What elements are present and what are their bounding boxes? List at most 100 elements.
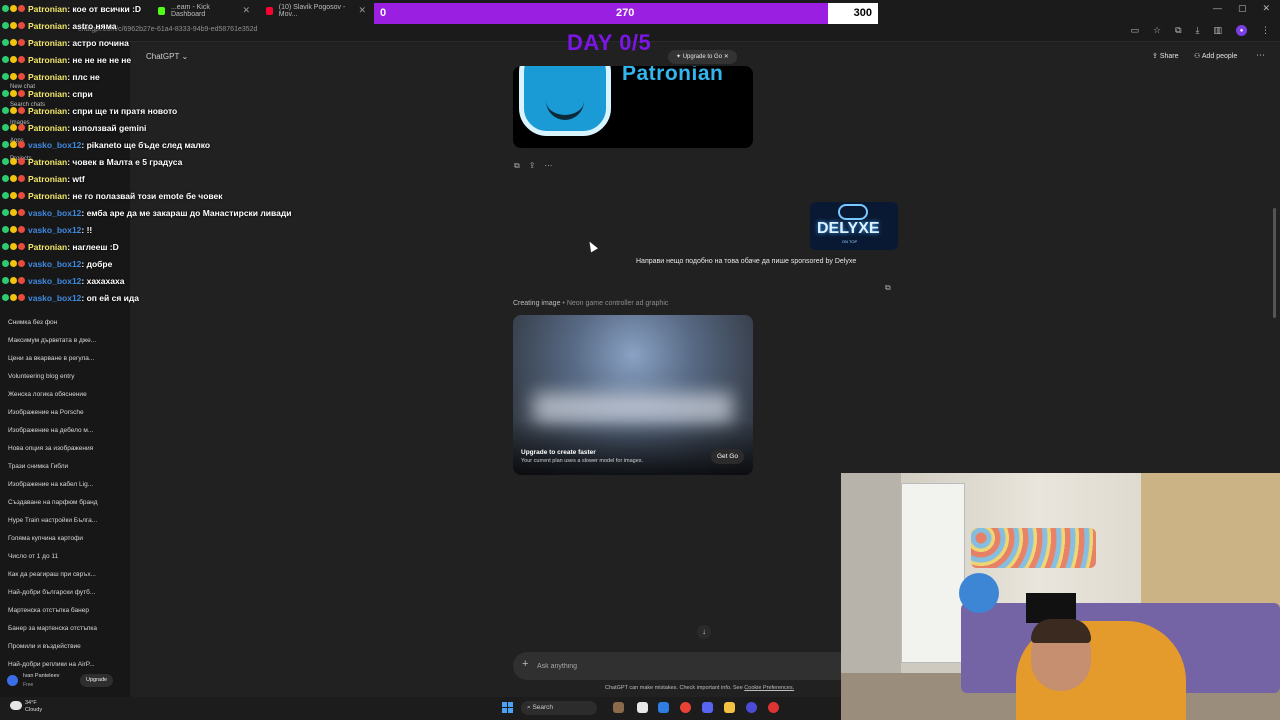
chat-username[interactable]: Patronian <box>28 89 67 99</box>
minimize-icon[interactable]: — <box>1213 3 1222 14</box>
chat-username[interactable]: Patronian <box>28 4 67 14</box>
menu-dots-icon[interactable]: ⋮ <box>1261 25 1270 36</box>
app-icon[interactable] <box>637 702 648 713</box>
chat-username[interactable]: vasko_box12 <box>28 293 81 303</box>
list-item[interactable]: Промили и въздействие <box>0 638 130 656</box>
chat-message: Patronian: не го полазвай този emote бе … <box>2 187 223 204</box>
previous-generated-image[interactable]: Patronian <box>513 66 753 148</box>
badge-icon <box>2 73 9 80</box>
close-window-icon[interactable]: ✕ <box>1262 3 1270 14</box>
extensions-icon[interactable]: ⧉ <box>1175 25 1181 36</box>
chat-message: vasko_box12: добре <box>2 255 112 272</box>
profile-avatar[interactable]: ● <box>1236 25 1247 36</box>
document-icon[interactable]: ▭ <box>1130 25 1139 36</box>
taskbar-search[interactable]: ⌕ Search <box>521 701 598 715</box>
get-go-button[interactable]: Get Go <box>711 449 744 464</box>
edge-icon[interactable] <box>658 702 669 713</box>
list-item[interactable]: Как да реагираш при свръх... <box>0 566 130 584</box>
list-item[interactable]: Число от 1 до 11 <box>0 548 130 566</box>
close-icon[interactable]: ✕ <box>358 5 366 16</box>
disclaimer: ChatGPT can make mistakes. Check importa… <box>605 685 794 691</box>
prompt-input[interactable] <box>537 659 777 673</box>
upgrade-button[interactable]: Upgrade <box>80 674 114 687</box>
cookie-preferences-link[interactable]: Cookie Preferences. <box>744 685 794 691</box>
image-shade <box>513 420 753 475</box>
app-icon[interactable] <box>613 702 624 713</box>
close-icon[interactable]: ✕ <box>724 54 729 60</box>
chat-username[interactable]: vasko_box12 <box>28 140 81 150</box>
list-item[interactable]: Голяма купчина картофи <box>0 530 130 548</box>
more-options-icon[interactable]: ⋯ <box>1256 50 1265 61</box>
scrollbar[interactable] <box>1273 208 1276 318</box>
share-icon: ⇪ <box>1152 53 1158 60</box>
chat-username[interactable]: vasko_box12 <box>28 276 81 286</box>
tab-kick-dashboard[interactable]: ...eam - Kick Dashboard ✕ <box>150 2 258 19</box>
chat-username[interactable]: Patronian <box>28 38 67 48</box>
add-people-button[interactable]: ⚇ Add people <box>1194 52 1237 60</box>
list-item[interactable]: Мартенска отстъпка банер <box>0 602 130 620</box>
list-item[interactable]: Цени за вкарване в регула... <box>0 350 130 368</box>
streamer-hair <box>1031 619 1091 643</box>
chat-message: Patronian: astro няма <box>2 17 117 34</box>
list-item[interactable]: Изображение на Porsche <box>0 404 130 422</box>
weather-widget[interactable]: 34°F Cloudy <box>25 700 42 714</box>
chat-username[interactable]: Patronian <box>28 106 67 116</box>
search-icon: ⌕ <box>527 704 531 711</box>
plus-icon[interactable]: + <box>522 658 528 670</box>
share-button[interactable]: ⇪ Share <box>1152 52 1179 60</box>
chrome-icon[interactable] <box>680 702 691 713</box>
chat-username[interactable]: Patronian <box>28 191 67 201</box>
list-item[interactable]: Женска логика обяснение <box>0 386 130 404</box>
list-item[interactable]: Изображение на дебело м... <box>0 422 130 440</box>
list-item[interactable]: Volunteering blog entry <box>0 368 130 386</box>
download-icon[interactable]: ⤓ <box>1196 25 1200 36</box>
chat-username[interactable]: Patronian <box>28 242 67 252</box>
badge-icon <box>2 22 9 29</box>
chat-username[interactable]: Patronian <box>28 174 67 184</box>
chat-username[interactable]: Patronian <box>28 55 67 65</box>
chat-username[interactable]: Patronian <box>28 123 67 133</box>
list-item[interactable]: Най-добри български футб... <box>0 584 130 602</box>
close-icon[interactable]: ✕ <box>242 5 250 16</box>
maximize-icon[interactable]: ▢ <box>1238 3 1247 14</box>
more-icon[interactable]: ⋯ <box>544 161 552 171</box>
copy-icon[interactable]: ⧉ <box>514 161 520 171</box>
chat-username[interactable]: Patronian <box>28 21 67 31</box>
user-uploaded-image[interactable]: DELYXE ON TOP <box>810 202 898 250</box>
list-item[interactable]: Максимум дърветата в дже... <box>0 332 130 350</box>
chat-username[interactable]: vasko_box12 <box>28 225 81 235</box>
windows-start-icon[interactable] <box>502 702 513 713</box>
chat-username[interactable]: Patronian <box>28 72 67 82</box>
chat-username[interactable]: vasko_box12 <box>28 259 81 269</box>
folder-icon[interactable] <box>724 702 735 713</box>
chat-username[interactable]: Patronian <box>28 157 67 167</box>
image-logo-word: DELYXE <box>817 220 880 237</box>
chat-badges <box>2 158 25 165</box>
list-item[interactable]: Нова опция за изображения <box>0 440 130 458</box>
list-item[interactable]: Снимка без фон <box>0 314 130 332</box>
wall-stickers <box>971 528 1096 568</box>
discord-icon[interactable] <box>702 702 713 713</box>
list-item[interactable]: Банер за мартенска отстъпка <box>0 620 130 638</box>
user-account[interactable]: Ivan Panteleev Free Upgrade <box>0 671 130 695</box>
badge-icon <box>10 260 17 267</box>
sparkle-icon: ✦ <box>676 54 682 60</box>
upgrade-to-go-button[interactable]: ✦ Upgrade to Go ✕ <box>668 50 737 64</box>
chat-username[interactable]: vasko_box12 <box>28 208 81 218</box>
app-icon[interactable] <box>746 702 757 713</box>
chat-badges <box>2 209 25 216</box>
list-item[interactable]: Hype Train настройки Бълга... <box>0 512 130 530</box>
copy-icon[interactable]: ⧉ <box>885 283 891 293</box>
obs-icon[interactable] <box>768 702 779 713</box>
tab-youtube[interactable]: (10) Slavik Pogosov - Mov... ✕ <box>258 2 374 19</box>
model-selector[interactable]: ChatGPT ⌄ <box>146 52 188 61</box>
sidebar-toggle-icon[interactable]: ▥ <box>1213 25 1222 36</box>
scroll-down-button[interactable]: ↓ <box>697 625 711 639</box>
badge-icon <box>18 175 25 182</box>
star-icon[interactable]: ☆ <box>1153 25 1161 36</box>
chat-text: : човек в Малта е 5 градуса <box>67 156 183 167</box>
share-icon[interactable]: ⇪ <box>529 161 536 171</box>
list-item[interactable]: Създаване на парфюм бранд <box>0 494 130 512</box>
list-item[interactable]: Изображение на кабел Lig... <box>0 476 130 494</box>
list-item[interactable]: Трази снимка Гибли <box>0 458 130 476</box>
